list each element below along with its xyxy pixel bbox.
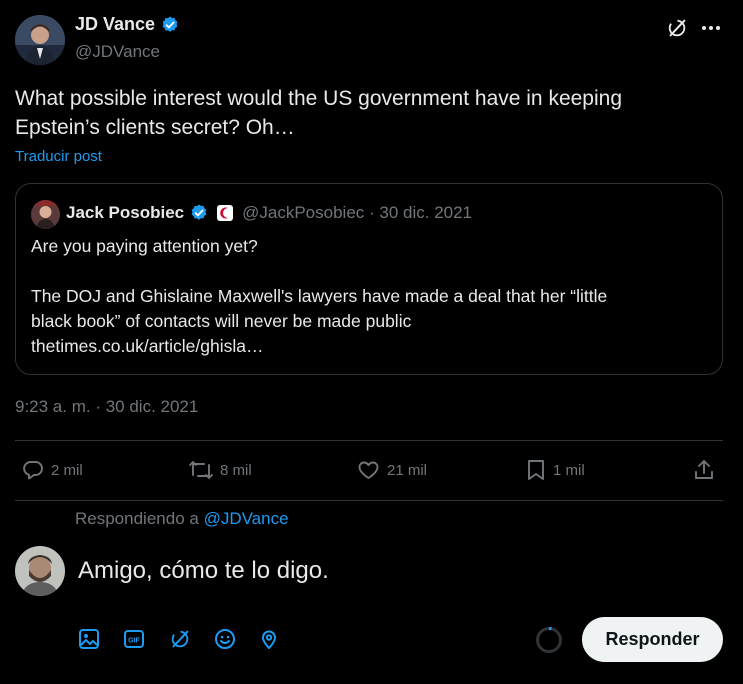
tweet-text-line-2: Epstein’s clients secret? Oh… — [15, 116, 295, 139]
affiliation-badge-icon — [217, 205, 234, 221]
quoted-text-line-1: Are you paying attention yet? — [31, 236, 258, 256]
quoted-text-line-2: The DOJ and Ghislaine Maxwell's lawyers … — [31, 286, 608, 306]
grok-icon[interactable] — [666, 17, 688, 39]
divider — [15, 440, 723, 441]
reply-action[interactable]: 2 mil — [21, 458, 83, 482]
replying-to-handle[interactable]: @JDVance — [204, 509, 289, 528]
svg-text:GIF: GIF — [128, 638, 140, 645]
repost-count: 8 mil — [220, 461, 252, 479]
bookmark-count: 1 mil — [553, 461, 585, 479]
divider — [15, 500, 723, 501]
quoted-text-line-3: black book” of contacts will never be ma… — [31, 311, 412, 331]
character-progress-ring — [535, 626, 563, 654]
author-handle[interactable]: @JDVance — [75, 42, 160, 62]
user-avatar[interactable] — [15, 546, 65, 596]
reply-icon — [23, 461, 43, 480]
reply-count: 2 mil — [51, 461, 83, 479]
author-name-row[interactable]: JD Vance — [75, 14, 180, 35]
tweet-text: What possible interest would the US gove… — [15, 84, 730, 142]
quoted-header: Jack Posobiec @JackPosobiec · 30 dic. 20… — [66, 203, 472, 223]
tweet-timestamp[interactable]: 9:23 a. m. · 30 dic. 2021 — [15, 397, 198, 417]
quoted-author-name: Jack Posobiec — [66, 203, 185, 222]
repost-icon — [189, 461, 213, 479]
share-icon[interactable] — [692, 458, 716, 487]
quoted-author-avatar[interactable] — [31, 200, 60, 229]
verified-badge-icon — [191, 204, 207, 220]
location-icon[interactable] — [256, 626, 282, 652]
replying-to-prefix: Respondiendo a — [75, 509, 199, 528]
like-count: 21 mil — [387, 461, 428, 479]
verified-badge-icon — [162, 16, 178, 32]
quoted-link[interactable]: thetimes.co.uk/article/ghisla… — [31, 334, 711, 359]
reply-input[interactable]: Amigo, cómo te lo digo. — [78, 557, 678, 585]
quoted-text: Are you paying attention yet? The DOJ an… — [31, 234, 711, 359]
more-icon[interactable] — [700, 17, 722, 39]
replying-to: Respondiendo a @JDVance — [75, 509, 289, 529]
bookmark-action[interactable]: 1 mil — [525, 458, 585, 482]
emoji-icon[interactable] — [212, 626, 238, 652]
translate-post-link[interactable]: Traducir post — [15, 148, 102, 165]
reply-submit-button[interactable]: Responder — [582, 617, 723, 662]
repost-action[interactable]: 8 mil — [188, 458, 252, 482]
gif-icon[interactable]: GIF — [121, 626, 147, 652]
author-avatar[interactable] — [15, 15, 65, 65]
image-icon[interactable] — [76, 626, 102, 652]
grok-icon[interactable] — [167, 626, 193, 652]
bookmark-icon — [528, 460, 544, 480]
tweet-text-line-1: What possible interest would the US gove… — [15, 87, 623, 110]
heart-icon — [358, 461, 379, 479]
author-name[interactable]: JD Vance — [75, 14, 155, 35]
like-action[interactable]: 21 mil — [356, 458, 427, 482]
quoted-handle-date: @JackPosobiec · 30 dic. 2021 — [242, 203, 473, 222]
